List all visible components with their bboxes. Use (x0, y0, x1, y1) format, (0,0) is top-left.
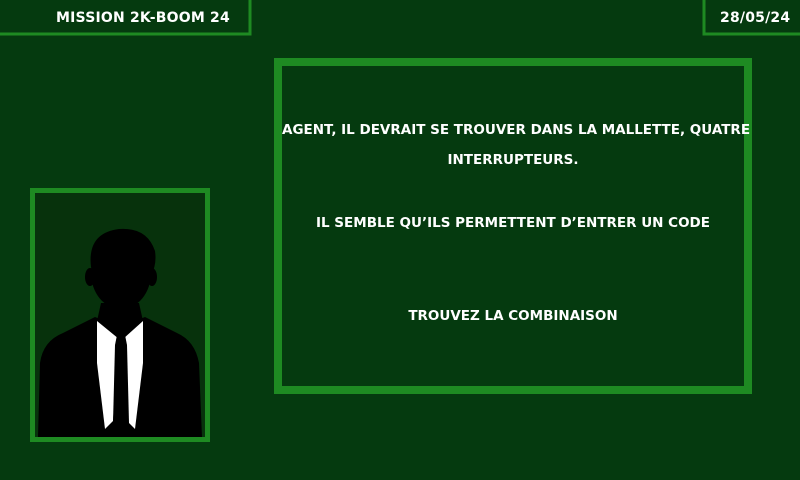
briefing-line-4: TROUVEZ LA COMBINAISON (408, 308, 618, 324)
agent-silhouette-icon (38, 228, 202, 437)
briefing-line-2: INTERRUPTEURS. (447, 152, 579, 168)
mission-header-tab: MISSION 2K-BOOM 24 (0, 0, 252, 36)
agent-portrait (30, 188, 210, 442)
briefing-line-1: AGENT, IL DEVRAIT SE TROUVER DANS LA MAL… (282, 122, 751, 138)
date-header-tab: 28/05/24 (700, 0, 800, 36)
mission-date: 28/05/24 (720, 10, 791, 26)
briefing-message-box: AGENT, IL DEVRAIT SE TROUVER DANS LA MAL… (274, 58, 752, 394)
briefing-line-3: IL SEMBLE QU’ILS PERMETTENT D’ENTRER UN … (315, 215, 710, 231)
game-screen: { "header": { "mission_label": "MISSION … (0, 0, 800, 480)
mission-title: MISSION 2K-BOOM 24 (56, 10, 230, 26)
